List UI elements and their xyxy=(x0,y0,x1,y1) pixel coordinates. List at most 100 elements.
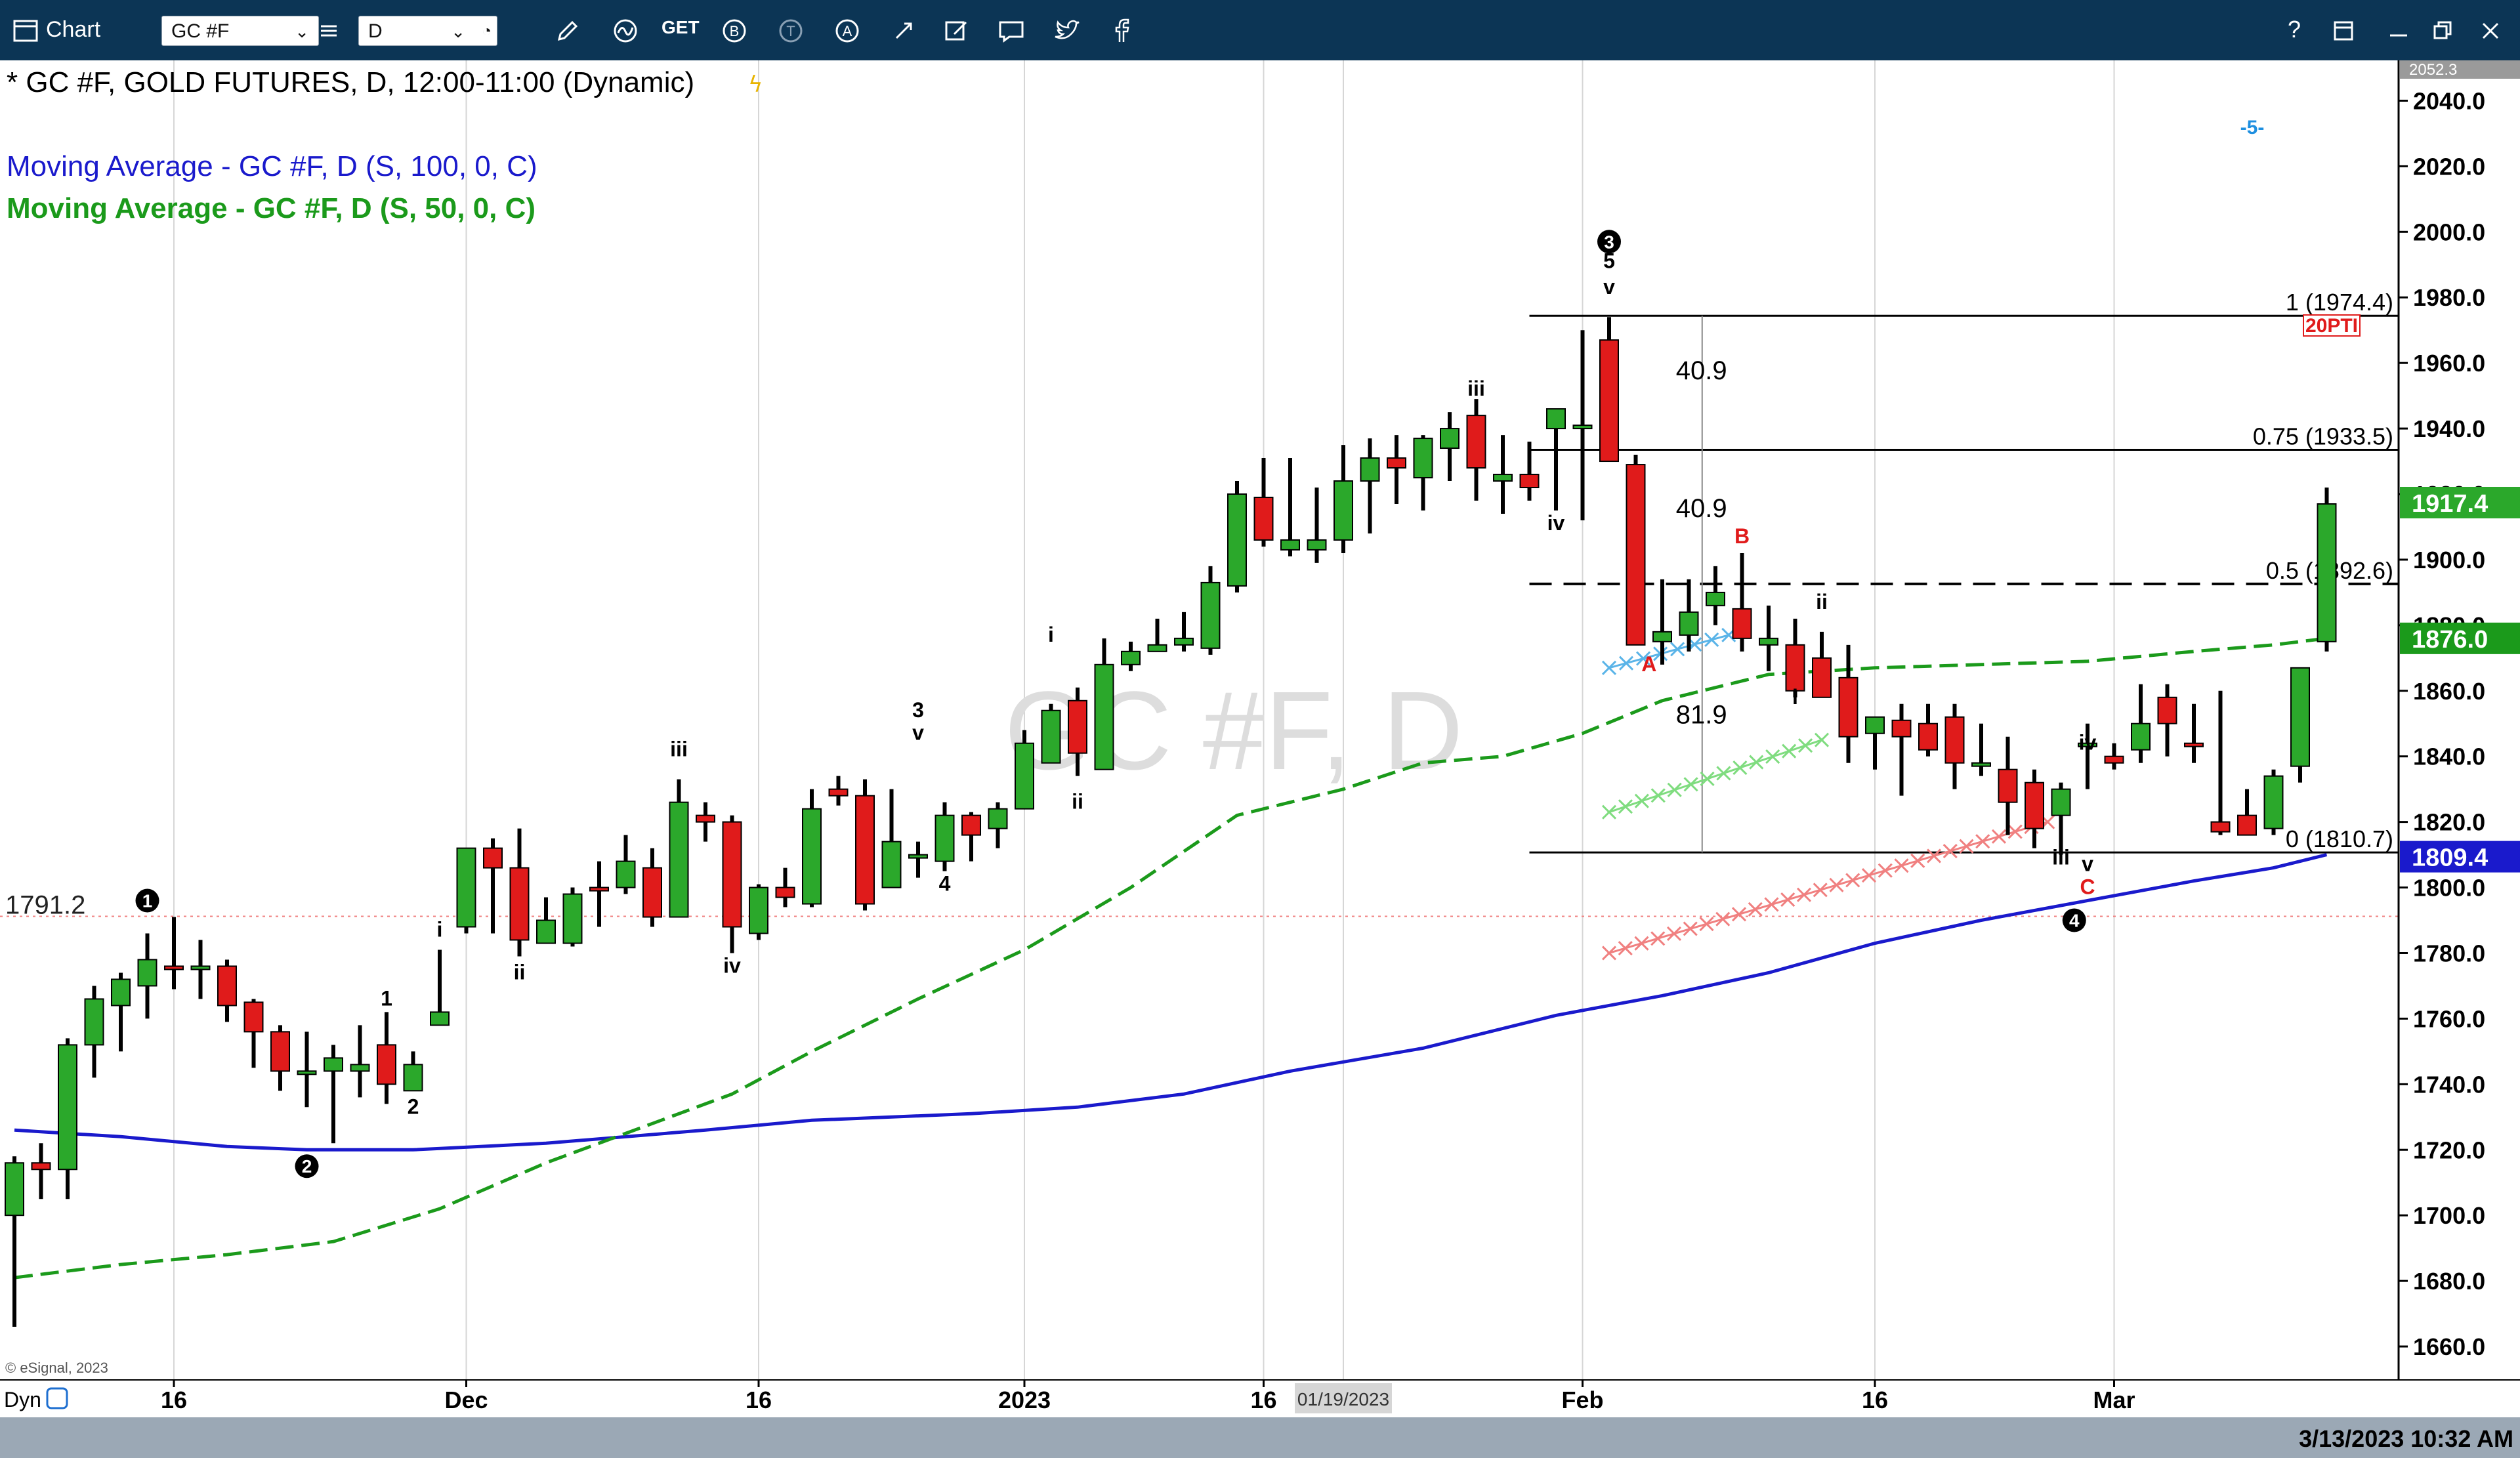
candle-body xyxy=(1732,608,1752,639)
candle-body xyxy=(84,998,104,1046)
close-icon[interactable] xyxy=(2474,14,2507,47)
alert-icon[interactable]: A xyxy=(831,14,864,47)
svg-text:B: B xyxy=(730,23,740,39)
wave-label: v xyxy=(2082,852,2093,876)
minimize-icon[interactable] xyxy=(2382,14,2415,47)
candle-body xyxy=(1971,762,1991,767)
ma100-legend[interactable]: Moving Average - GC #F, D (S, 100, 0, C) xyxy=(7,150,537,182)
candle-body xyxy=(1812,657,1832,698)
indicator-icon[interactable] xyxy=(609,14,642,47)
candle-body xyxy=(190,965,211,970)
time-tick-label: 16 xyxy=(1250,1386,1276,1413)
price-tick-label: 2040.0 xyxy=(2413,87,2485,114)
chevron-down-icon[interactable]: ⌄ xyxy=(295,16,309,47)
interval-input[interactable]: D ⌄ ◔ xyxy=(358,16,497,46)
price-tick-label: 1680.0 xyxy=(2413,1268,2485,1295)
price-tick-label: 1740.0 xyxy=(2413,1071,2485,1098)
measure-label: 81.9 xyxy=(1676,701,1727,730)
candle-body xyxy=(2025,781,2044,829)
twitter-icon[interactable] xyxy=(1050,14,1083,47)
candle-body xyxy=(855,795,875,905)
chevron-down-icon[interactable]: ⌄ xyxy=(451,16,465,47)
candle-body xyxy=(1679,611,1699,636)
channel-cross xyxy=(1666,926,1682,941)
candle-body xyxy=(536,919,556,944)
channel-cross xyxy=(1601,804,1617,820)
wave-label: 1 xyxy=(381,986,392,1010)
channel-cross xyxy=(1942,843,1958,859)
wave-label: 4 xyxy=(2069,911,2080,931)
buy-icon[interactable]: B xyxy=(718,14,751,47)
wave-label: i xyxy=(1792,685,1798,709)
layout-icon[interactable] xyxy=(2327,14,2360,47)
channel-cross xyxy=(1732,760,1748,776)
chart-area[interactable]: 1791.2 1 (1974.4) 0.75 (1933.5) 0.5 (1892.… xyxy=(0,60,2520,1379)
candle-body xyxy=(1944,716,1965,764)
candle-body xyxy=(1572,425,1593,430)
wave-label: A xyxy=(1641,652,1656,676)
candle-body xyxy=(1387,457,1406,469)
current-price-tag: 1917.4 xyxy=(2412,490,2488,518)
wave-label: 2 xyxy=(408,1094,419,1118)
channel-cross xyxy=(1716,766,1731,781)
candle-body xyxy=(483,847,503,869)
candle-body xyxy=(2184,742,2204,747)
candle-body xyxy=(1227,493,1247,587)
lightning-icon[interactable]: ϟ xyxy=(748,72,763,98)
candle-body xyxy=(589,886,609,892)
channel-cross xyxy=(1601,946,1617,961)
channel-cross xyxy=(1699,917,1714,932)
clock-icon[interactable]: ◔ xyxy=(482,16,492,47)
channel-cross xyxy=(1731,907,1747,922)
help-button[interactable]: ? xyxy=(2288,16,2301,43)
price-tick-label: 1960.0 xyxy=(2413,350,2485,377)
candle-body xyxy=(377,1044,396,1085)
price-tick-label: 2020.0 xyxy=(2413,153,2485,180)
timestamp: 3/13/2023 10:32 AM xyxy=(2299,1425,2513,1452)
dyn-label[interactable]: Dyn xyxy=(4,1388,41,1411)
wave-label: ii xyxy=(1072,790,1083,814)
channel-cross xyxy=(1861,867,1877,883)
trade-icon[interactable]: T xyxy=(774,14,807,47)
symbol-input[interactable]: GC #F ⌄ xyxy=(161,16,319,46)
get-button[interactable]: GET xyxy=(662,17,700,38)
candle-body xyxy=(430,1011,450,1026)
wave-label: iii xyxy=(1467,377,1485,400)
comment-icon[interactable] xyxy=(995,14,1028,47)
wave-label: B xyxy=(1734,524,1750,548)
candle-body xyxy=(1706,591,1725,606)
time-tick-label: Mar xyxy=(2093,1386,2135,1413)
menu-icon[interactable] xyxy=(312,14,339,47)
pti-label: 20PTI xyxy=(2305,315,2358,337)
channel-cross xyxy=(1667,782,1682,797)
time-tick-label: Dec xyxy=(444,1386,488,1413)
candle-body xyxy=(2237,814,2257,836)
channel-cross xyxy=(1715,911,1731,927)
ma50-legend[interactable]: Moving Average - GC #F, D (S, 50, 0, C) xyxy=(7,192,536,224)
wave-label: 2 xyxy=(302,1156,312,1177)
pencil-icon[interactable] xyxy=(551,14,584,47)
channel-cross xyxy=(1813,883,1828,898)
wave-count-label: -5- xyxy=(2240,117,2265,138)
channel-cross xyxy=(1704,632,1719,648)
price-tick-label: 1840.0 xyxy=(2413,743,2485,770)
candle-body xyxy=(164,965,184,970)
candle-body xyxy=(1360,457,1380,482)
edit-icon[interactable] xyxy=(940,14,973,47)
channel-cross xyxy=(1780,892,1796,907)
time-tick-label: 16 xyxy=(161,1386,187,1413)
svg-text:A: A xyxy=(843,23,852,39)
facebook-icon[interactable] xyxy=(1105,14,1138,47)
candle-body xyxy=(1413,438,1433,479)
cursor-icon[interactable] xyxy=(887,14,920,47)
price-chart[interactable]: 1791.2 1 (1974.4)0.75 (1933.5)0.5 (1892.… xyxy=(0,60,2520,1379)
candle-body xyxy=(1785,644,1805,692)
restore-icon[interactable] xyxy=(2427,14,2460,47)
candle-body xyxy=(2051,788,2071,816)
top-price-tag: 2052.3 xyxy=(2409,61,2457,79)
candle-body xyxy=(1918,722,1938,751)
channel-cross xyxy=(1650,931,1666,946)
time-axis[interactable]: 16 Dec 16 2023 16 01/19/2023 Feb 16 Mar Dyn xyxy=(0,1379,2520,1419)
candle-body xyxy=(2104,755,2124,764)
candle-body xyxy=(2210,821,2231,833)
